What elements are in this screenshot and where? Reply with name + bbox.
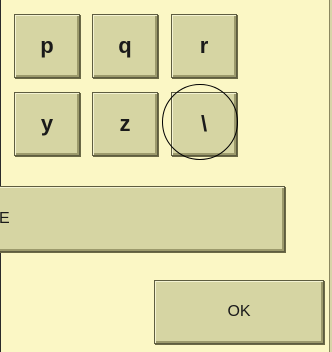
key-backslash[interactable]: \ (171, 92, 237, 156)
key-r[interactable]: r (171, 14, 237, 78)
key-p[interactable]: p (14, 14, 80, 78)
key-q[interactable]: q (92, 14, 158, 78)
key-z[interactable]: z (92, 92, 158, 156)
wide-key[interactable]: E (0, 186, 285, 252)
key-y[interactable]: y (14, 92, 80, 156)
ok-button[interactable]: OK (154, 280, 324, 344)
